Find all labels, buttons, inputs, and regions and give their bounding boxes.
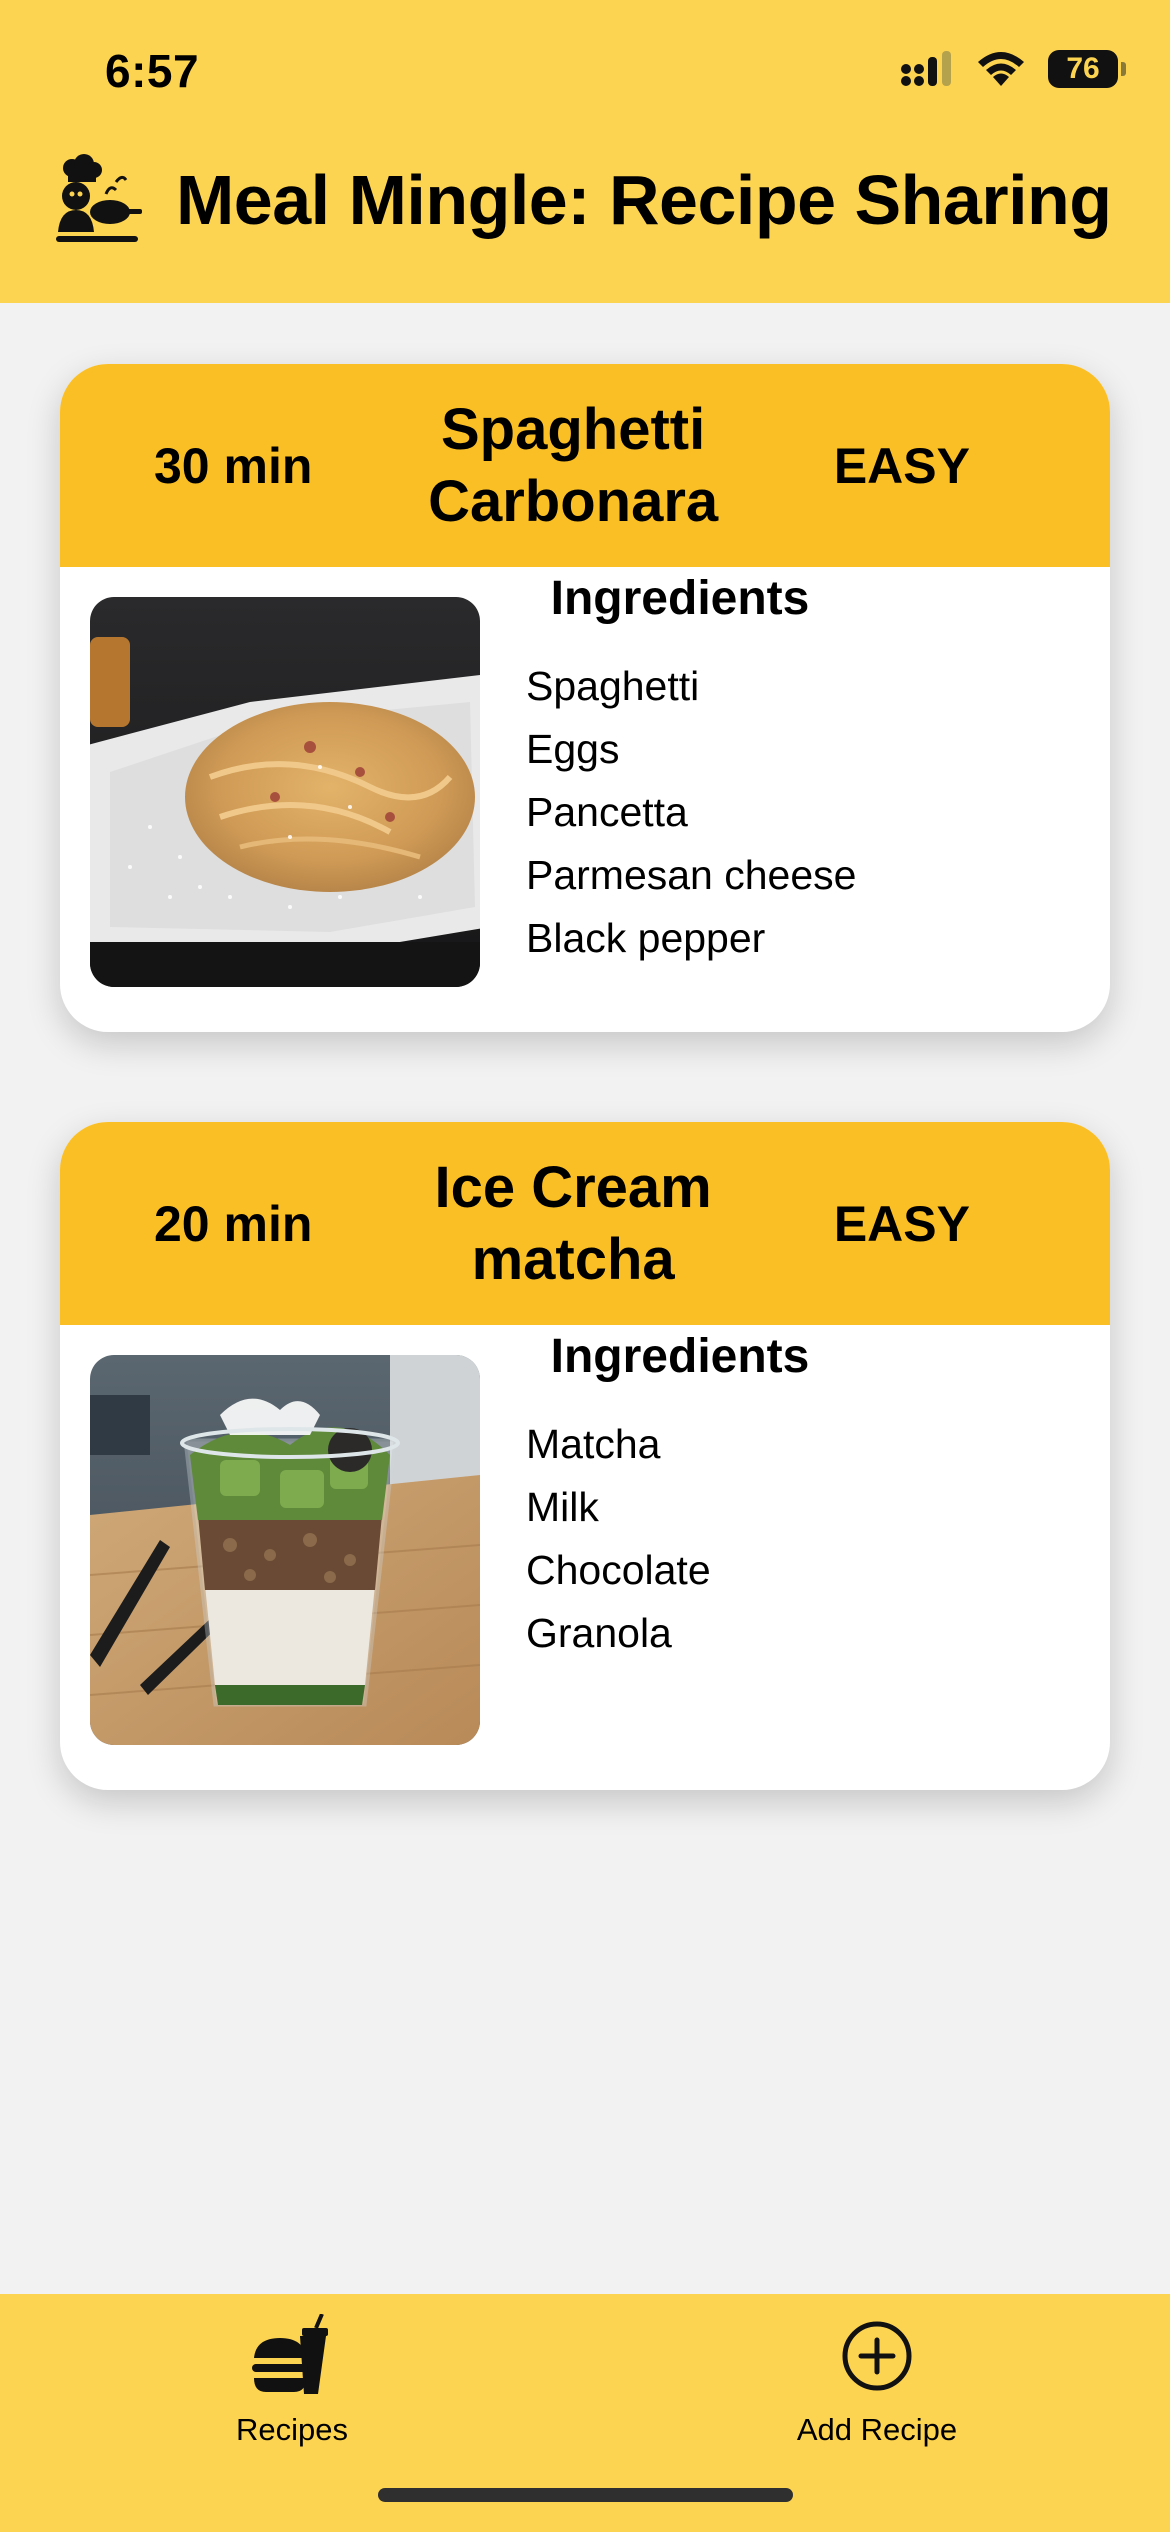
fast-food-icon [252, 2314, 328, 2394]
home-indicator[interactable] [378, 2488, 793, 2502]
ingredient-item: Spaghetti [526, 663, 700, 709]
ingredient-item: Black pepper [526, 915, 766, 961]
plus-circle-icon [842, 2321, 912, 2391]
tab-recipes[interactable]: Recipes [162, 2314, 422, 2454]
app-title: Meal Mingle: Recipe Sharing [176, 161, 1112, 239]
ingredient-item: Parmesan cheese [526, 852, 857, 898]
recipe-photo [90, 1355, 480, 1745]
ingredients-list: Spaghetti Eggs Pancetta Parmesan cheese … [526, 655, 856, 970]
top-bar: 6:57 76 Meal Mingle: Recipe Sharing [0, 0, 1170, 303]
battery-level: 76 [1066, 52, 1100, 85]
recipe-card[interactable]: 20 min Ice Cream matcha EASY Ingredients… [60, 1122, 1110, 1790]
ingredients-list: Matcha Milk Chocolate Granola [526, 1413, 711, 1665]
ingredient-item: Granola [526, 1610, 672, 1656]
ingredients-title: Ingredients [550, 572, 810, 625]
tab-add-recipe[interactable]: Add Recipe [747, 2314, 1007, 2454]
recipe-name: Spaghetti Carbonara [428, 396, 719, 534]
wifi-icon [978, 52, 1024, 86]
recipe-name: Ice Cream matcha [434, 1154, 712, 1292]
ingredient-item: Matcha [526, 1421, 661, 1467]
recipe-difficulty: EASY [833, 1195, 970, 1252]
recipe-card-header: 20 min Ice Cream matcha EASY [60, 1122, 1110, 1325]
tab-add-recipe-label: Add Recipe [796, 2412, 958, 2447]
carbonara-image [90, 597, 480, 987]
recipe-card-body: Ingredients Spaghetti Eggs Pancetta Parm… [60, 567, 1110, 1032]
cellular-signal-icon [901, 51, 951, 86]
ingredients-title: Ingredients [550, 1330, 810, 1383]
battery-icon: 76 [1048, 50, 1126, 88]
status-icons: 76 [900, 50, 1126, 88]
ingredient-item: Eggs [526, 726, 620, 772]
recipe-photo [90, 597, 480, 987]
recipe-difficulty: EASY [833, 437, 970, 494]
matcha-ice-cream-image [90, 1355, 480, 1745]
status-time: 6:57 [105, 45, 200, 97]
ingredient-item: Pancetta [526, 789, 688, 835]
tab-recipes-label: Recipes [236, 2412, 348, 2447]
ingredient-item: Chocolate [526, 1547, 711, 1593]
app-header: Meal Mingle: Recipe Sharing [50, 145, 1130, 255]
app-screen: 6:57 76 Meal Mingle: Recipe Sharing 30 m… [0, 0, 1170, 2532]
chef-icon [56, 154, 142, 242]
recipe-card-body: Ingredients Matcha Milk Chocolate Granol… [60, 1325, 1110, 1790]
recipe-time: 30 min [154, 437, 313, 494]
ingredient-item: Milk [526, 1484, 599, 1530]
recipe-card-header: 30 min Spaghetti Carbonara EASY [60, 364, 1110, 567]
recipe-time: 20 min [154, 1195, 313, 1252]
recipe-card[interactable]: 30 min Spaghetti Carbonara EASY Ingredie… [60, 364, 1110, 1032]
